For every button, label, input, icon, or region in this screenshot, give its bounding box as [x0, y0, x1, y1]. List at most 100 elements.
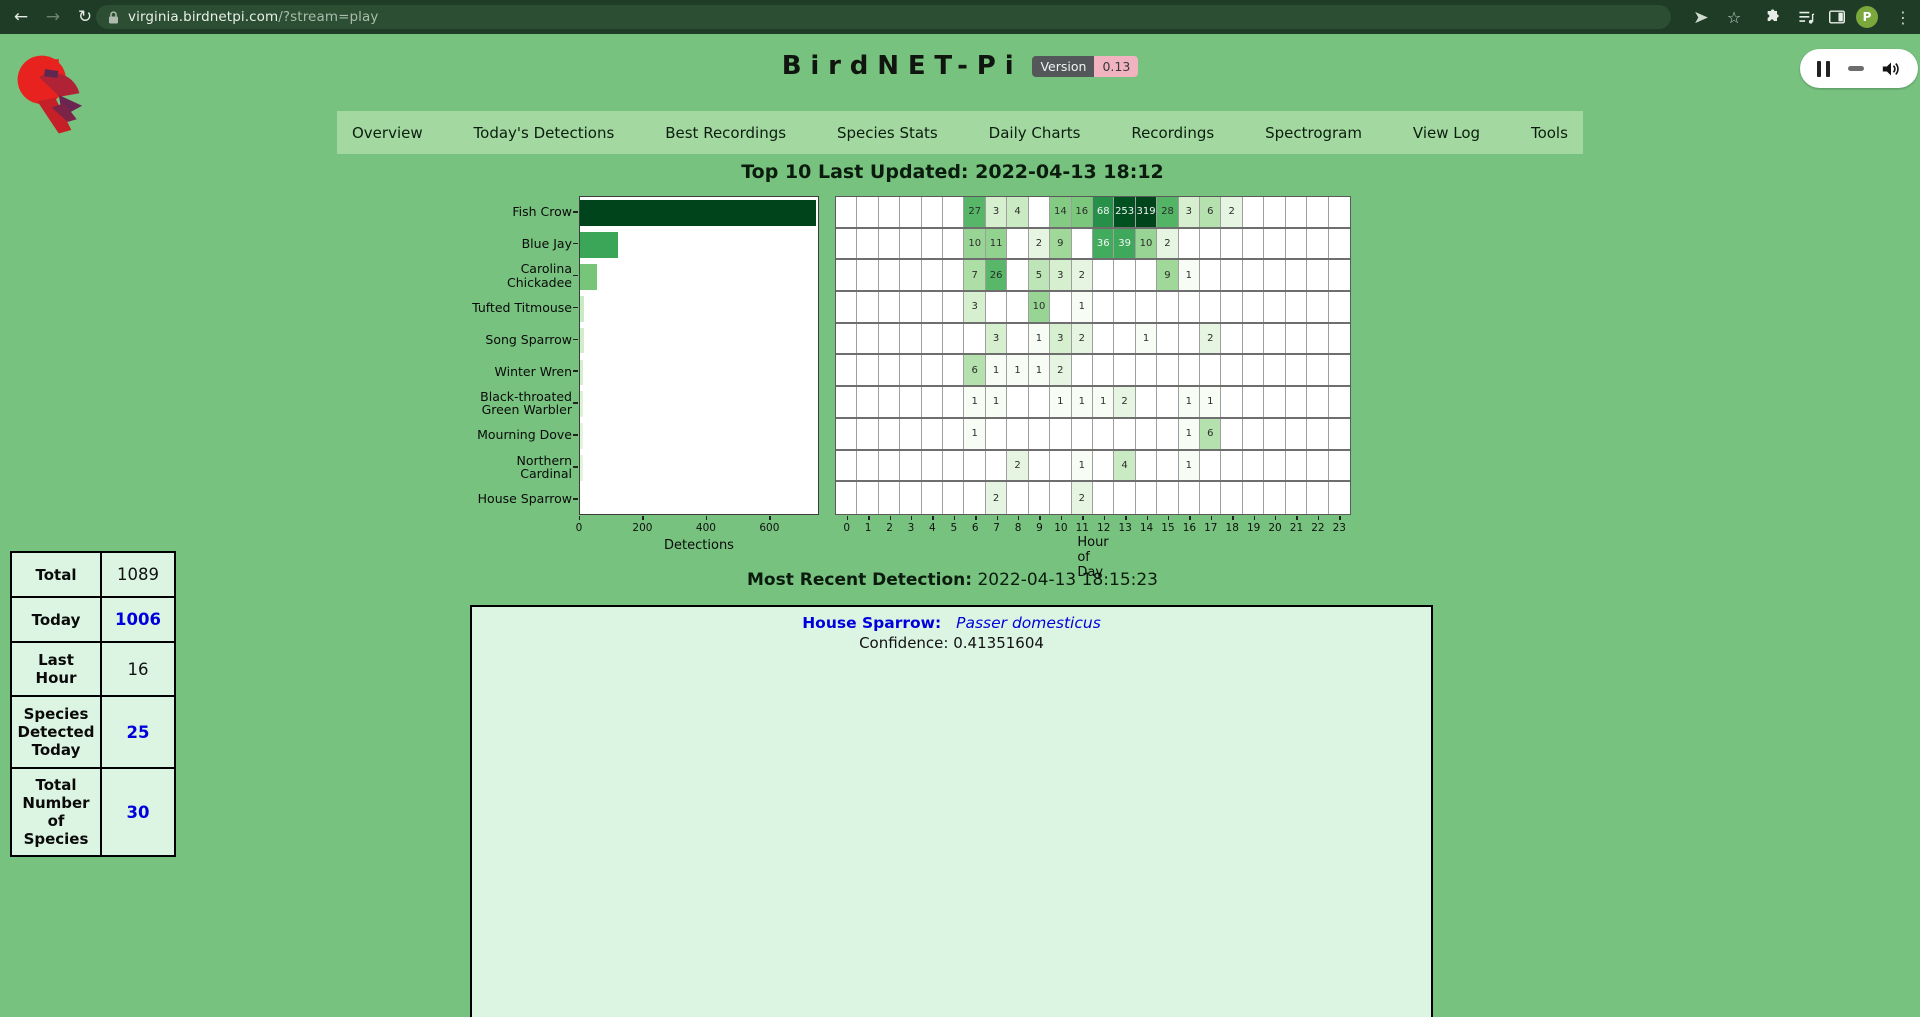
stats-value-link[interactable]: 30: [102, 769, 174, 855]
volume-icon[interactable]: [1881, 60, 1901, 78]
back-icon[interactable]: ←: [8, 4, 34, 30]
nav-item-overview[interactable]: Overview: [352, 124, 423, 142]
heatmap-cell: [922, 260, 943, 290]
nav-item-view-log[interactable]: View Log: [1413, 124, 1480, 142]
heatmap-cell: [1179, 482, 1200, 514]
heatmap-cell: [1264, 197, 1285, 227]
nav-item-species-stats[interactable]: Species Stats: [837, 124, 938, 142]
bookmark-star-icon[interactable]: ☆: [1721, 4, 1747, 30]
nav-item-spectrogram[interactable]: Spectrogram: [1265, 124, 1362, 142]
heatmap-cell: [1286, 260, 1307, 290]
address-bar[interactable]: virginia.birdnetpi.com/?stream=play: [96, 5, 1671, 29]
forward-icon[interactable]: →: [40, 4, 66, 30]
heatmap-cell: 253: [1114, 197, 1135, 227]
heatmap-cell: 6: [1200, 197, 1221, 227]
hour-axis-tick: [1318, 516, 1319, 520]
species-label: Winter Wren: [422, 356, 572, 388]
stats-value-link[interactable]: 1006: [102, 598, 174, 641]
stats-value: 16: [102, 643, 174, 695]
recent-detection-label: Most Recent Detection:: [747, 570, 972, 590]
heatmap-cell: 1: [1050, 387, 1071, 417]
heatmap-cell: 3: [1050, 324, 1071, 354]
heatmap-row: 116: [836, 419, 1350, 451]
side-panel-icon[interactable]: [1824, 4, 1850, 30]
heatmap-cell: [1307, 355, 1328, 385]
hour-axis-tick: [975, 516, 976, 520]
heatmap-cell: [1157, 387, 1178, 417]
heatmap-cell: [1200, 482, 1221, 514]
heatmap-cell: [922, 355, 943, 385]
heatmap-cell: [1243, 482, 1264, 514]
detections-bar: [580, 232, 618, 258]
heatmap-row: 273414166825331928362: [836, 197, 1350, 229]
heatmap-cell: [1200, 355, 1221, 385]
nav-item-recordings[interactable]: Recordings: [1131, 124, 1214, 142]
heatmap-cell: [1114, 292, 1135, 322]
heatmap-cell: [1029, 482, 1050, 514]
extensions-icon[interactable]: [1760, 4, 1786, 30]
heatmap-cell: [1200, 292, 1221, 322]
hour-axis-tick: [1018, 516, 1019, 520]
heatmap-cell: 3: [1179, 197, 1200, 227]
heatmap-cell: [1264, 324, 1285, 354]
seek-handle[interactable]: [1848, 66, 1864, 71]
hour-axis-title: Hour of Day: [1077, 535, 1108, 580]
page-title: BirdNET-Pi: [782, 51, 1023, 81]
hour-axis-tick: [1168, 516, 1169, 520]
hour-axis-tick-label: 9: [1036, 522, 1043, 534]
stats-value-link[interactable]: 25: [102, 697, 174, 767]
heatmap-cell: [857, 197, 878, 227]
heatmap-cell: [1007, 419, 1028, 449]
page-header: BirdNET-PiVersion0.13: [0, 51, 1920, 81]
heatmap-cell: [900, 324, 921, 354]
heatmap-cell: [1264, 451, 1285, 481]
heatmap-cell: [943, 260, 964, 290]
species-label: Mourning Dove: [422, 419, 572, 451]
heatmap-cell: [1114, 324, 1135, 354]
heatmap-cell: [1007, 292, 1028, 322]
detections-bar: [580, 328, 584, 354]
heatmap-row: 61112: [836, 355, 1350, 387]
nav-item-best-recordings[interactable]: Best Recordings: [665, 124, 786, 142]
species-tick: [573, 466, 578, 468]
pause-icon[interactable]: [1817, 61, 1830, 77]
heatmap-cell: 2: [1157, 229, 1178, 259]
heatmap-cell: [943, 482, 964, 514]
reload-icon[interactable]: ↻: [72, 4, 98, 30]
heatmap-cell: [836, 451, 857, 481]
nav-item-today-s-detections[interactable]: Today's Detections: [474, 124, 615, 142]
heatmap-cell: [1093, 355, 1114, 385]
hour-axis-tick-label: 2: [886, 522, 893, 534]
stats-table: Total1089Today1006Last Hour16Species Det…: [10, 551, 176, 857]
species-common-name-link[interactable]: House Sparrow:: [802, 614, 941, 632]
heatmap-cell: 6: [1200, 419, 1221, 449]
profile-avatar[interactable]: P: [1856, 6, 1878, 28]
heatmap-cell: 5: [1029, 260, 1050, 290]
menu-kebab-icon[interactable]: ⋮: [1890, 4, 1916, 30]
heatmap-cell: 2: [1072, 482, 1093, 514]
heatmap-cell: [1050, 482, 1071, 514]
hour-axis-tick-label: 4: [929, 522, 936, 534]
heatmap-cell: 1: [986, 355, 1007, 385]
species-tick: [573, 275, 578, 277]
recent-detection-value: 2022-04-13 18:15:23: [977, 570, 1158, 590]
hour-axis-tick: [997, 516, 998, 520]
heatmap-cell: [1243, 260, 1264, 290]
heatmap-cell: [1264, 419, 1285, 449]
hour-axis-tick-label: 18: [1226, 522, 1239, 534]
media-playlist-icon[interactable]: [1793, 4, 1819, 30]
heatmap-cell: [900, 482, 921, 514]
nav-item-tools[interactable]: Tools: [1531, 124, 1568, 142]
nav-item-daily-charts[interactable]: Daily Charts: [989, 124, 1081, 142]
heatmap-cell: [1221, 419, 1242, 449]
hour-axis-tick-label: 0: [843, 522, 850, 534]
heatmap-cell: [922, 387, 943, 417]
heatmap-cell: 2: [1050, 355, 1071, 385]
send-icon[interactable]: [1688, 4, 1714, 30]
heatmap-cell: [857, 324, 878, 354]
heatmap-cell: [1093, 419, 1114, 449]
heatmap-cell: 1: [1179, 451, 1200, 481]
heatmap-row: 2141: [836, 451, 1350, 483]
hour-axis-tick-label: 8: [1015, 522, 1022, 534]
heatmap-cell: [900, 260, 921, 290]
